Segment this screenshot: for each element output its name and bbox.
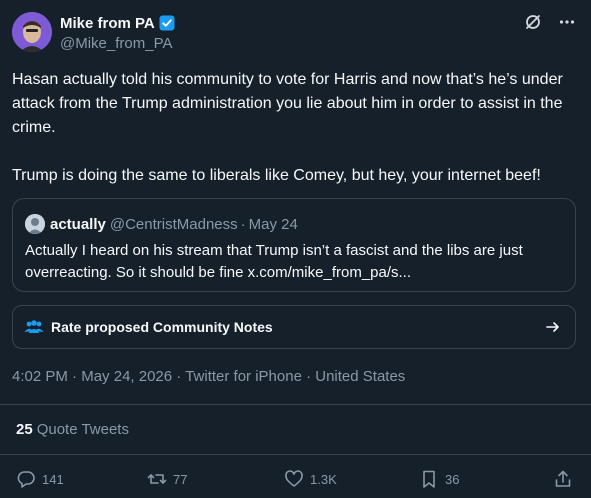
community-notes-label: Rate proposed Community Notes [51, 319, 273, 335]
divider [0, 454, 591, 455]
verified-badge-icon [159, 15, 175, 31]
people-icon [23, 318, 45, 336]
separator-dot: · [240, 215, 246, 233]
quote-tweets-link[interactable]: 25 Quote Tweets [16, 421, 129, 438]
tweet-text: Hasan actually told his community to vot… [12, 68, 582, 188]
author-display-name[interactable]: Mike from PA [60, 15, 155, 32]
retweet-icon [147, 474, 167, 484]
quoted-tweet[interactable]: actually @CentristMadness · May 24 Actua… [12, 198, 576, 292]
retweet-button[interactable]: 77 [147, 469, 187, 489]
like-button[interactable]: 1.3K [284, 469, 337, 489]
tweet-location: United States [302, 368, 405, 385]
top-actions [523, 12, 577, 32]
quote-tweets-label: Quote Tweets [36, 421, 129, 438]
quoted-handle: @CentristMadness [109, 215, 238, 233]
quoted-avatar [25, 214, 45, 234]
tweet-detail: Mike from PA @Mike_from_PA Hasan actuall… [0, 0, 591, 498]
reply-button[interactable]: 141 [16, 469, 64, 489]
more-horizontal-icon[interactable] [557, 12, 577, 32]
quoted-display-name: actually [50, 215, 106, 233]
tweet-date[interactable]: May 24, 2026 [68, 368, 172, 385]
tweet-metadata: 4:02 PMMay 24, 2026Twitter for iPhoneUni… [12, 368, 405, 385]
action-bar: 141 77 1.3K 36 [16, 469, 576, 491]
heart-icon [285, 470, 303, 487]
share-button[interactable] [553, 469, 573, 489]
tweet-time[interactable]: 4:02 PM [12, 368, 68, 385]
tweet-paragraph: Hasan actually told his community to vot… [12, 71, 563, 136]
tweet-paragraph: Trump is doing the same to liberals like… [12, 167, 541, 184]
reply-count: 141 [42, 471, 64, 487]
divider [0, 404, 591, 405]
bookmark-icon [423, 470, 435, 488]
quoted-tweet-header: actually @CentristMadness · May 24 [25, 214, 298, 234]
quoted-tweet-text: Actually I heard on his stream that Trum… [25, 242, 523, 281]
rate-community-notes-button[interactable]: Rate proposed Community Notes [12, 305, 576, 349]
like-count: 1.3K [310, 471, 337, 487]
share-icon [555, 470, 571, 487]
slash-circle-icon[interactable] [523, 12, 543, 32]
retweet-count: 77 [173, 471, 188, 487]
author-info: Mike from PA @Mike_from_PA [60, 13, 175, 52]
reply-icon [17, 471, 35, 488]
tweet-source: Twitter for iPhone [172, 368, 302, 385]
avatar[interactable] [12, 12, 52, 52]
arrow-right-icon [546, 322, 559, 332]
bookmark-button[interactable]: 36 [419, 469, 459, 489]
quoted-date: May 24 [248, 215, 298, 233]
author-handle[interactable]: @Mike_from_PA [60, 35, 175, 52]
quote-tweets-count: 25 [16, 421, 33, 438]
bookmark-count: 36 [445, 471, 460, 487]
